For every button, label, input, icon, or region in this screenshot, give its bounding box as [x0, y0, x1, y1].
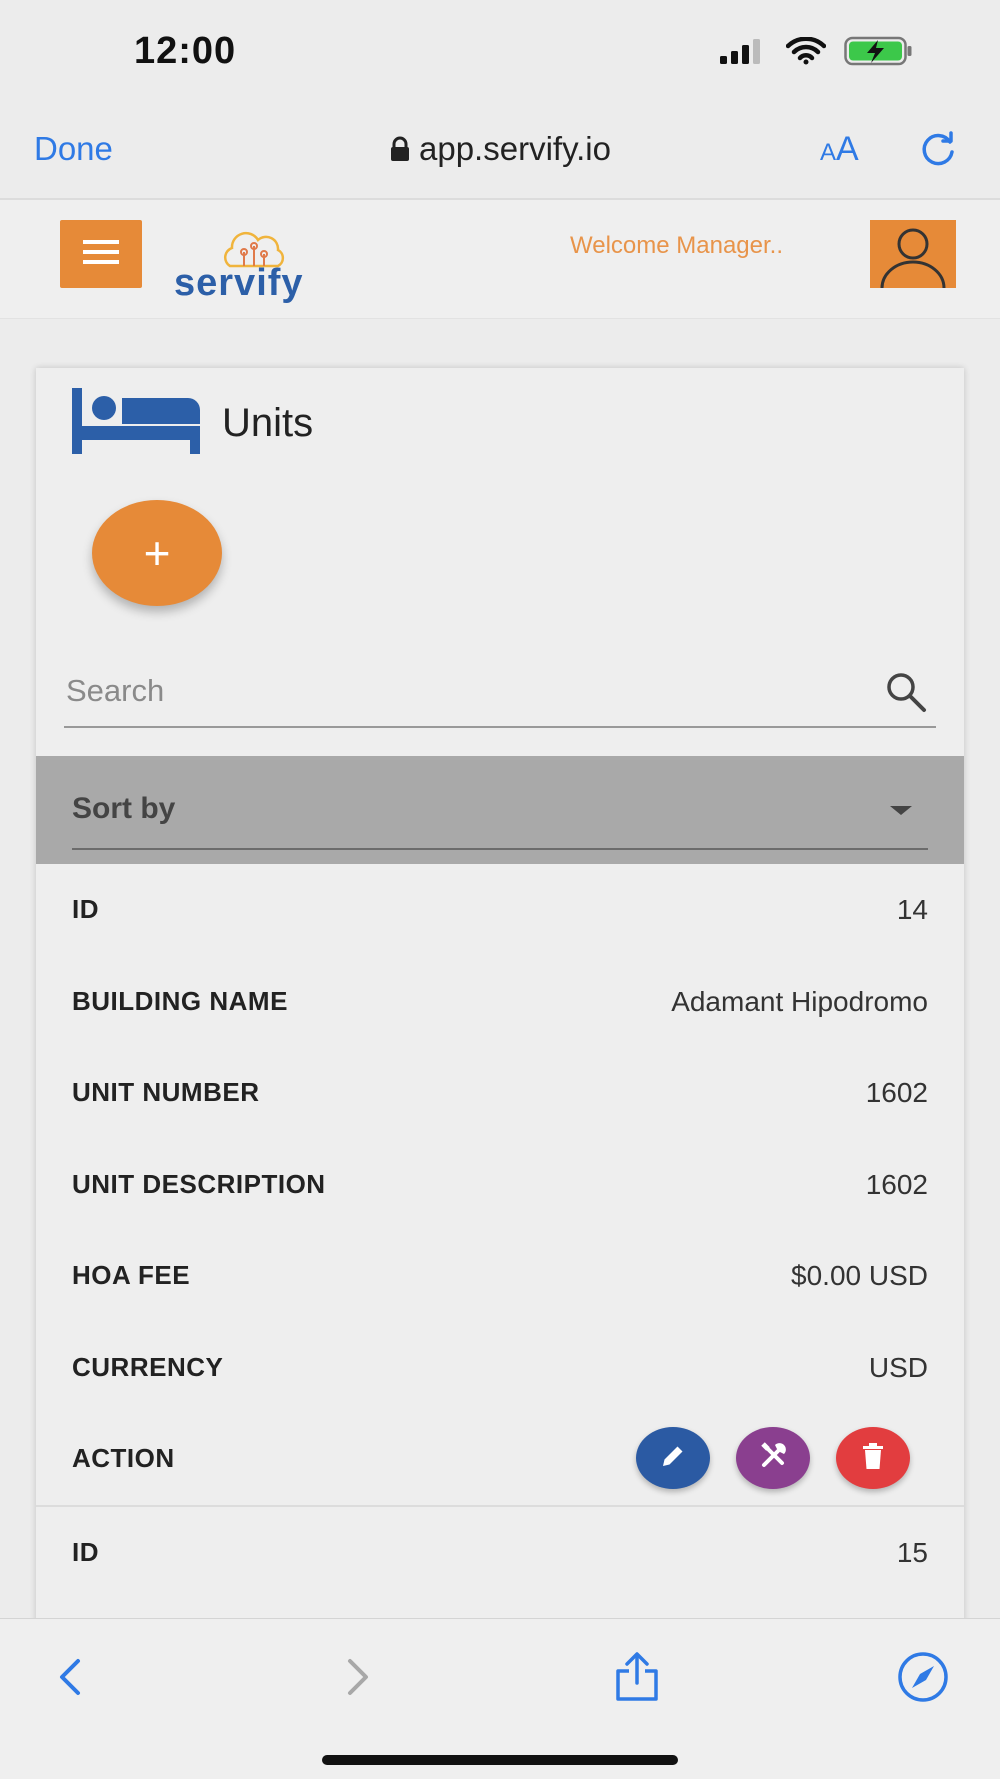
field-value: 1602 [865, 1077, 928, 1108]
units-card: Units + Sort by ID 14 BUILDING NAME Adam… [36, 368, 964, 1630]
field-value: USD [868, 1351, 928, 1383]
edit-button[interactable] [636, 1427, 710, 1489]
field-value: 14 [896, 894, 928, 925]
sort-by-select[interactable]: Sort by [36, 756, 964, 864]
table-row: BUILDING NAME Adamant Hipodromo [36, 956, 964, 1048]
status-time: 12:00 [134, 30, 237, 72]
signal-icon [720, 38, 768, 69]
field-key: HOA FEE [72, 1260, 191, 1290]
table-row: ID 14 [36, 864, 964, 956]
reload-icon[interactable] [916, 128, 960, 177]
field-key: BUILDING NAME [72, 985, 288, 1016]
field-value: 15 [896, 1536, 928, 1568]
url-text: app.servify.io [419, 130, 611, 167]
field-key: ID [72, 1536, 99, 1567]
add-unit-button[interactable]: + [92, 500, 222, 606]
table-row: CURRENCY USD [36, 1322, 964, 1414]
table-row: ID 15 [36, 1507, 964, 1599]
browser-address-bar: Done app.servify.io AA [0, 110, 1000, 200]
unit-records: ID 14 BUILDING NAME Adamant Hipodromo UN… [36, 864, 964, 1598]
field-key: CURRENCY [72, 1351, 224, 1382]
tools-icon [758, 1441, 788, 1476]
trash-icon [861, 1442, 885, 1475]
menu-button[interactable] [60, 220, 142, 288]
logo-text: servify [174, 262, 304, 304]
bed-icon [72, 388, 202, 459]
home-indicator[interactable] [322, 1755, 678, 1765]
field-value: $0.00 USD [791, 1260, 928, 1291]
lock-icon [389, 132, 411, 170]
share-icon[interactable] [612, 1649, 662, 1710]
maintenance-button[interactable] [736, 1427, 810, 1489]
search-icon[interactable] [884, 670, 928, 719]
status-bar: 12:00 [0, 0, 1000, 110]
status-icons [720, 36, 914, 71]
delete-button[interactable] [836, 1427, 910, 1489]
page-title: Units [222, 401, 314, 445]
field-key: UNIT DESCRIPTION [72, 1168, 326, 1199]
avatar-icon [870, 228, 956, 288]
aa-large-letter: A [836, 130, 859, 168]
chevron-down-icon [890, 806, 912, 815]
search-input[interactable] [64, 672, 868, 710]
card-header: Units [72, 388, 313, 459]
compass-icon[interactable] [896, 1649, 950, 1710]
aa-small-letter: A [820, 139, 837, 166]
table-row: HOA FEE $0.00 USD [36, 1230, 964, 1322]
forward-arrow-icon[interactable] [340, 1649, 376, 1710]
table-row: UNIT DESCRIPTION 1602 [36, 1139, 964, 1231]
field-value: 1602 [865, 1168, 928, 1200]
sort-by-underline [72, 848, 928, 850]
row-actions [636, 1427, 910, 1489]
sort-by-label: Sort by [72, 792, 176, 825]
welcome-text[interactable]: Welcome Manager.. [570, 232, 783, 260]
search-bar [64, 668, 936, 728]
table-row: UNIT NUMBER 1602 [36, 1047, 964, 1139]
avatar[interactable] [870, 220, 956, 288]
pencil-icon [659, 1442, 687, 1475]
wifi-icon [785, 36, 827, 70]
app-header: servify Welcome Manager.. [0, 200, 1000, 319]
field-key: ID [72, 894, 99, 924]
text-size-button[interactable]: AA [820, 130, 859, 169]
field-key: ACTION [72, 1443, 175, 1473]
servify-logo[interactable]: servify [172, 230, 332, 304]
table-row-actions: ACTION [36, 1413, 964, 1507]
field-value: Adamant Hipodromo [671, 985, 928, 1017]
hamburger-icon [83, 238, 119, 271]
field-key: UNIT NUMBER [72, 1077, 260, 1107]
back-arrow-icon[interactable] [52, 1649, 88, 1710]
browser-toolbar [0, 1618, 1000, 1779]
battery-icon [844, 36, 914, 71]
